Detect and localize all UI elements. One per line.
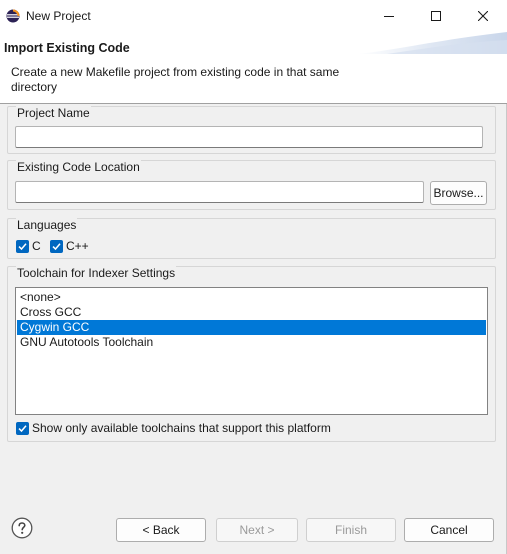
new-project-dialog: New Project Import Existing Code Create … [0,0,507,554]
minimize-button[interactable] [366,0,412,32]
close-icon [478,11,488,21]
toolchain-group: Toolchain for Indexer Settings <none> Cr… [7,266,496,442]
finish-button[interactable]: Finish [306,518,396,542]
language-c-checkbox[interactable] [16,240,29,253]
page-description: Create a new Makefile project from exist… [11,65,340,94]
toolchain-list[interactable]: <none> Cross GCC Cygwin GCC GNU Autotool… [15,287,488,415]
code-location-input[interactable] [16,182,423,202]
project-name-field[interactable] [15,126,483,148]
code-location-label: Existing Code Location [16,160,141,174]
eclipse-icon [6,9,20,23]
browse-button[interactable]: Browse... [430,181,487,205]
wizard-banner: Import Existing Code Create a new Makefi… [0,32,507,104]
banner-decoration [357,32,507,54]
toolchain-item-cross-gcc[interactable]: Cross GCC [17,305,486,320]
maximize-icon [431,11,441,21]
code-location-field[interactable] [15,181,424,203]
checkmark-icon [52,243,61,251]
next-button[interactable]: Next > [216,518,298,542]
language-cpp-label[interactable]: C++ [66,239,89,253]
page-title: Import Existing Code [4,41,130,55]
toolchain-item-gnu-autotools[interactable]: GNU Autotools Toolchain [17,335,486,350]
toolchain-label: Toolchain for Indexer Settings [16,266,177,280]
language-c-label[interactable]: C [32,239,41,253]
minimize-icon [384,16,394,17]
show-available-toolchains-label[interactable]: Show only available toolchains that supp… [32,421,331,435]
toolchain-item-cygwin-gcc[interactable]: Cygwin GCC [17,320,486,335]
cancel-button[interactable]: Cancel [404,518,494,542]
close-button[interactable] [460,0,506,32]
toolchain-item-none[interactable]: <none> [17,290,486,305]
show-available-toolchains-checkbox[interactable] [16,422,29,435]
languages-group: Languages C C++ [7,218,496,259]
back-button[interactable]: < Back [116,518,206,542]
checkmark-icon [18,243,27,251]
title-bar[interactable]: New Project [0,0,507,32]
help-icon[interactable] [11,517,33,539]
project-name-group: Project Name [7,106,496,154]
maximize-button[interactable] [413,0,459,32]
languages-label: Languages [16,218,78,232]
window-title: New Project [26,9,91,23]
project-name-label: Project Name [16,106,91,120]
code-location-group: Existing Code Location Browse... [7,160,496,210]
project-name-input[interactable] [16,127,482,147]
checkmark-icon [18,425,27,433]
language-cpp-checkbox[interactable] [50,240,63,253]
